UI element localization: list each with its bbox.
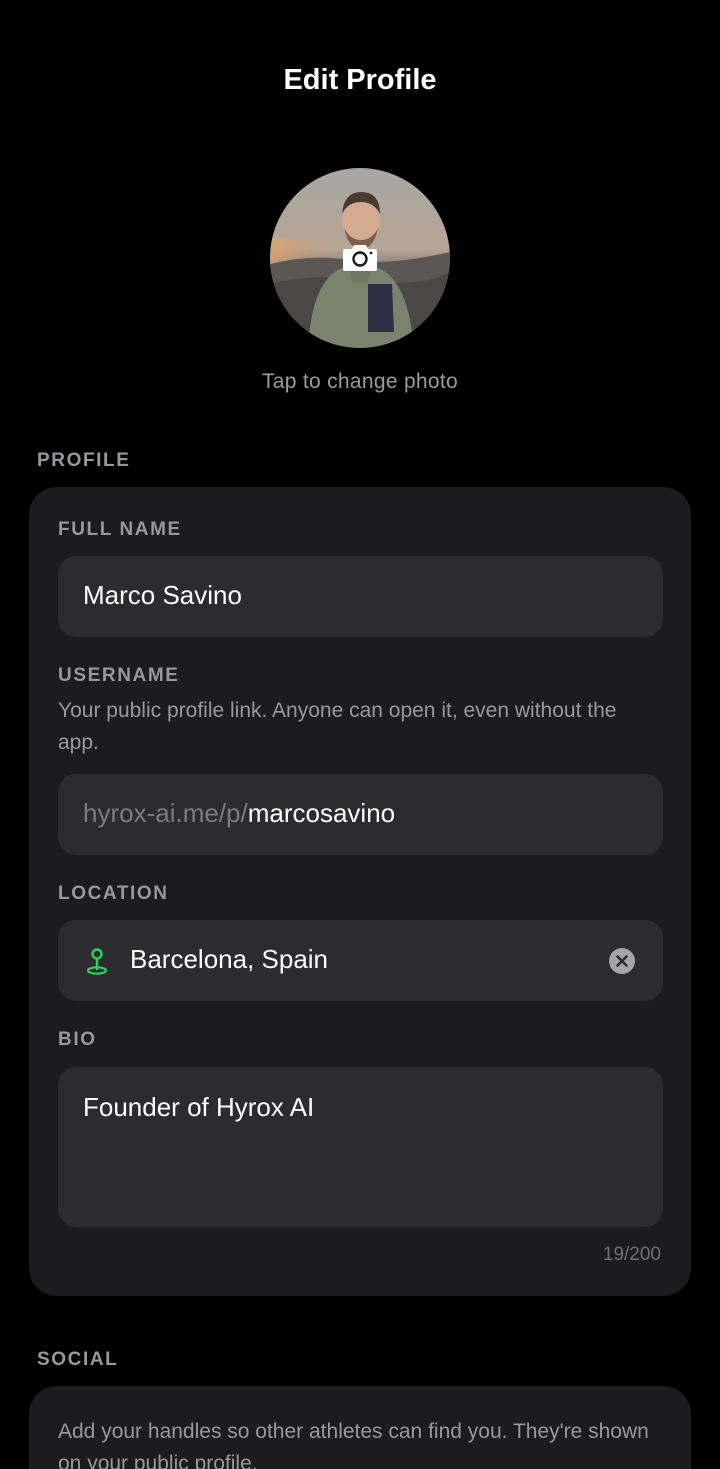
profile-section-label: PROFILE [37,450,131,471]
bio-textarea[interactable]: Founder of Hyrox AI [58,1067,663,1227]
social-description: Add your handles so other athletes can f… [58,1420,649,1469]
edit-profile-screen: Edit Profile Tap to change photo PROFILE… [0,0,720,1469]
profile-card: FULL NAME Marco Savino USERNAME Your pub… [29,487,691,1296]
avatar[interactable] [270,168,450,348]
location-value: Barcelona, Spain [130,944,329,974]
change-photo-label[interactable]: Tap to change photo [0,370,720,394]
full-name-field[interactable]: Marco Savino [58,556,663,637]
close-icon [616,955,628,967]
page-title: Edit Profile [283,64,437,96]
social-section-label: SOCIAL [37,1349,119,1370]
location-label: LOCATION [58,883,169,904]
social-card: Add your handles so other athletes can f… [29,1386,691,1469]
full-name-value: Marco Savino [83,580,242,610]
location-field[interactable]: Barcelona, Spain [58,920,663,1001]
username-field[interactable]: hyrox-ai.me/p/marcosavino [58,774,663,855]
username-label: USERNAME [58,665,180,686]
username-helper-text: Your public profile link. Anyone can ope… [58,699,617,754]
bio-value: Founder of Hyrox AI [83,1092,315,1122]
username-prefix: hyrox-ai.me/p/ [83,798,248,828]
camera-icon [343,245,377,271]
full-name-label: FULL NAME [58,519,182,540]
location-pin-icon [86,948,108,975]
clear-location-button[interactable] [609,948,635,974]
bio-char-counter: 19/200 [602,1244,661,1265]
username-value: marcosavino [247,798,396,828]
bio-label: BIO [58,1029,97,1050]
username-text: hyrox-ai.me/p/marcosavino [83,798,395,829]
